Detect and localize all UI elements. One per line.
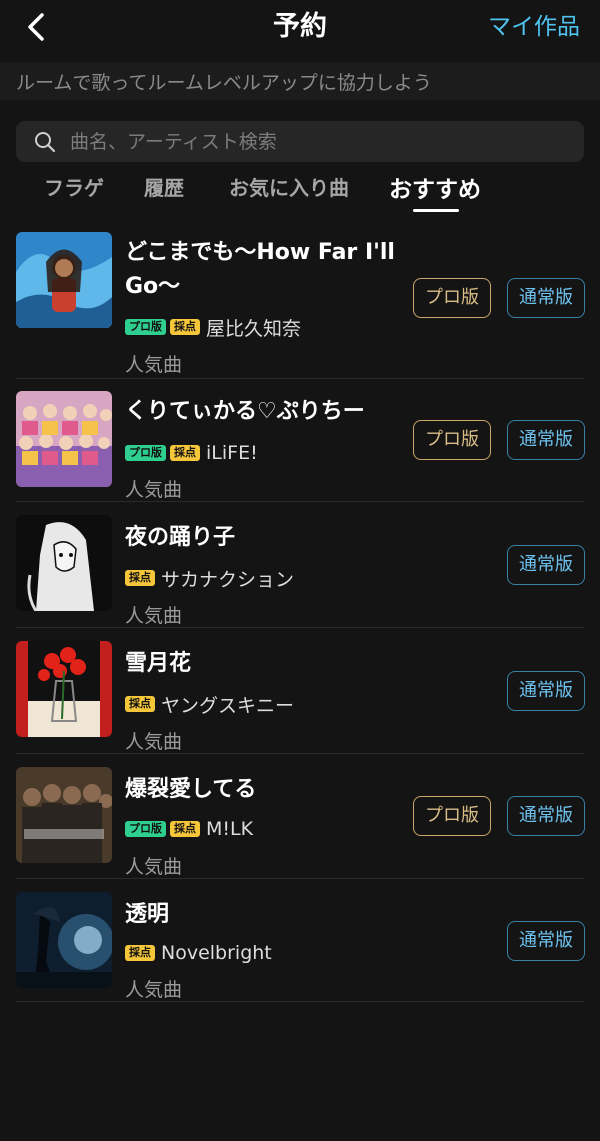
popular-tag: 人気曲 (125, 605, 183, 627)
search-icon (35, 132, 56, 153)
normal-version-button[interactable]: 通常版 (507, 420, 585, 460)
popular-tag: 人気曲 (125, 354, 183, 376)
song-artwork (16, 641, 112, 737)
song-title: 爆裂愛してる (125, 777, 257, 802)
song-meta: プロ版 採点 屋比久知奈 (125, 315, 302, 340)
search-bar[interactable] (16, 121, 584, 162)
pro-badge: プロ版 (125, 821, 166, 837)
song-title: 雪月花 (125, 651, 192, 676)
popular-tag: 人気曲 (125, 979, 183, 1001)
tab-favorites[interactable]: お気に入り曲 (229, 172, 349, 201)
active-tab-indicator (413, 209, 459, 212)
song-row[interactable]: 透明 採点 Novelbright 人気曲 通常版 (16, 879, 585, 1002)
normal-version-button[interactable]: 通常版 (507, 921, 585, 961)
song-title: どこまでも〜How Far I'll Go〜 (125, 240, 395, 299)
room-banner: ルームで歌ってルームレベルアップに協力しよう (0, 62, 600, 100)
score-badge: 採点 (125, 945, 155, 961)
song-meta: プロ版 採点 M!LK (125, 817, 253, 841)
song-row[interactable]: どこまでも〜How Far I'll Go〜 プロ版 採点 屋比久知奈 人気曲 … (16, 228, 585, 379)
pro-badge: プロ版 (125, 319, 166, 335)
song-row[interactable]: くりてぃかる♡ぷりちー プロ版 採点 iLiFE! 人気曲 プロ版 通常版 (16, 379, 585, 502)
song-row[interactable]: 爆裂愛してる プロ版 採点 M!LK 人気曲 プロ版 通常版 (16, 754, 585, 879)
song-row[interactable]: 夜の踊り子 採点 サカナクション 人気曲 通常版 (16, 502, 585, 628)
pro-version-button[interactable]: プロ版 (413, 420, 491, 460)
tab-recommended[interactable]: おすすめ (389, 170, 481, 204)
artist-name: Novelbright (161, 942, 272, 964)
artist-name: ヤングスキニー (161, 694, 295, 717)
score-badge: 採点 (125, 570, 155, 586)
song-artwork (16, 232, 112, 328)
header: 予約 マイ作品 (0, 0, 600, 56)
song-list: どこまでも〜How Far I'll Go〜 プロ版 採点 屋比久知奈 人気曲 … (0, 228, 600, 1002)
score-badge: 採点 (170, 319, 200, 335)
popular-tag: 人気曲 (125, 856, 183, 878)
normal-version-button[interactable]: 通常版 (507, 796, 585, 836)
song-artwork (16, 892, 112, 988)
song-title: 夜の踊り子 (125, 525, 236, 550)
artist-name: サカナクション (161, 568, 295, 591)
song-meta: プロ版 採点 iLiFE! (125, 441, 258, 465)
song-meta: 採点 ヤングスキニー (125, 692, 295, 717)
song-artwork (16, 515, 112, 611)
room-banner-text: ルームで歌ってルームレベルアップに協力しよう (16, 72, 432, 94)
song-artwork (16, 391, 112, 487)
artist-name: iLiFE! (206, 442, 258, 464)
song-row[interactable]: 雪月花 採点 ヤングスキニー 人気曲 通常版 (16, 628, 585, 754)
song-title: 透明 (125, 902, 170, 927)
score-badge: 採点 (170, 445, 200, 461)
pro-version-button[interactable]: プロ版 (413, 796, 491, 836)
popular-tag: 人気曲 (125, 479, 183, 501)
score-badge: 採点 (125, 696, 155, 712)
popular-tag: 人気曲 (125, 731, 183, 753)
pro-badge: プロ版 (125, 445, 166, 461)
my-works-link[interactable]: マイ作品 (488, 10, 580, 44)
tab-bar: フラゲ 履歴 お気に入り曲 おすすめ (0, 168, 600, 216)
song-artwork (16, 767, 112, 863)
song-meta: 採点 サカナクション (125, 566, 295, 591)
search-input[interactable] (70, 121, 570, 162)
tab-flage[interactable]: フラゲ (44, 172, 104, 201)
normal-version-button[interactable]: 通常版 (507, 278, 585, 318)
normal-version-button[interactable]: 通常版 (507, 545, 585, 585)
song-meta: 採点 Novelbright (125, 941, 272, 965)
score-badge: 採点 (170, 821, 200, 837)
tab-history[interactable]: 履歴 (144, 172, 184, 201)
song-title: くりてぃかる♡ぷりちー (125, 399, 365, 424)
pro-version-button[interactable]: プロ版 (413, 278, 491, 318)
artist-name: M!LK (206, 818, 254, 840)
normal-version-button[interactable]: 通常版 (507, 671, 585, 711)
artist-name: 屋比久知奈 (206, 317, 302, 340)
